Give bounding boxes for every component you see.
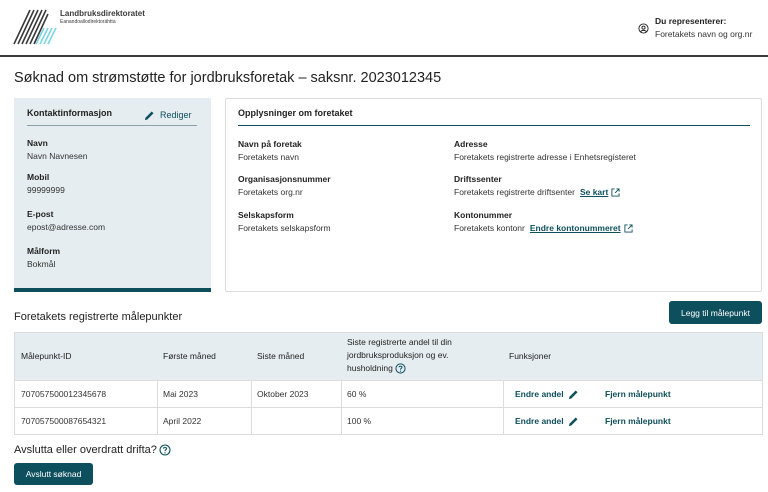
company-name-label: Navn på foretak — [238, 139, 302, 149]
col-meter-id: Målepunkt-ID — [21, 351, 72, 361]
name-value: Navn Navnesen — [27, 151, 88, 161]
mobile-label: Mobil — [27, 172, 50, 182]
contact-heading: Kontaktinformasjon — [27, 108, 113, 118]
operations-center-row: Foretakets registrerte driftsenter Se kar… — [454, 187, 620, 197]
contact-panel: Kontaktinformasjon Rediger Navn Navn Nav… — [14, 98, 211, 292]
edit-share-button[interactable]: Endre andel — [515, 381, 564, 408]
company-form-label: Selskapsform — [238, 210, 294, 220]
divider — [27, 125, 197, 126]
table-row: 707057500087654321 April 2022 100 % Endr… — [15, 407, 762, 435]
cell-divider — [503, 408, 504, 435]
help-icon[interactable] — [159, 444, 171, 456]
cell-divider — [251, 381, 252, 408]
col-first-month: Første måned — [163, 351, 216, 361]
last-month: Oktober 2023 — [257, 389, 309, 399]
table-header: Målepunkt-ID Første måned Siste måned Si… — [15, 333, 762, 380]
col-share-line2: jordbruksproduksjon og ev. — [347, 350, 449, 360]
change-account-link[interactable]: Endre kontonummeret — [530, 223, 621, 233]
share-value: 60 % — [347, 389, 367, 399]
org-number-label: Organisasjonsnummer — [238, 174, 331, 184]
external-link-icon — [611, 188, 620, 197]
cell-divider — [157, 408, 158, 435]
pencil-icon[interactable] — [568, 416, 579, 427]
first-month: Mai 2023 — [163, 389, 198, 399]
operations-center-value: Foretakets registrerte driftsenter — [454, 187, 575, 197]
first-month: April 2022 — [163, 416, 202, 426]
address-value: Foretakets registrerte adresse i Enhetsr… — [454, 152, 636, 162]
account-number-row: Foretakets kontonr Endre kontonummeret — [454, 223, 633, 233]
remove-meter-button[interactable]: Fjern målepunkt — [605, 381, 671, 408]
edit-contact-button[interactable]: Rediger — [144, 108, 192, 122]
represent-value: Foretakets navn og org.nr — [655, 29, 753, 39]
meters-table: Målepunkt-ID Første måned Siste måned Si… — [14, 332, 763, 435]
cell-divider — [341, 381, 342, 408]
account-number-value: Foretakets kontonr — [454, 223, 525, 233]
page-title: Søknad om strømstøtte for jordbruksforet… — [14, 70, 442, 86]
email-label: E-post — [27, 209, 54, 219]
finish-question: Avslutta eller overdratt drifta? — [14, 444, 171, 456]
edit-share-button[interactable]: Endre andel — [515, 408, 564, 435]
email-value: epost@adresse.com — [27, 222, 106, 232]
pencil-icon — [144, 110, 154, 120]
company-form-value: Foretakets selskapsform — [238, 223, 331, 233]
col-share-line1: Siste registrerte andel til din — [347, 337, 452, 347]
table-row: 707057500012345678 Mai 2023 Oktober 2023… — [15, 380, 762, 408]
mobile-value: 99999999 — [27, 185, 65, 195]
col-functions: Funksjoner — [509, 351, 552, 361]
add-meter-button[interactable]: Legg til målepunkt — [669, 301, 762, 324]
account-number-label: Kontonummer — [454, 210, 513, 220]
external-link-icon — [624, 224, 633, 233]
name-label: Navn — [27, 138, 48, 148]
site-header: Landbruksdirektoratet Eanandoallodirekto… — [0, 0, 768, 57]
col-last-month: Siste måned — [257, 351, 305, 361]
edit-contact-label: Rediger — [160, 110, 192, 120]
col-share-line3: husholdning — [347, 363, 393, 373]
language-label: Målform — [27, 246, 61, 256]
logo-title: Landbruksdirektoratet — [60, 9, 145, 18]
org-number-value: Foretakets org.nr — [238, 187, 303, 197]
operations-center-label: Driftssenter — [454, 174, 502, 184]
meters-section-title: Foretakets registrerte målepunkter — [14, 311, 183, 323]
represent-label: Du representerer: — [655, 16, 727, 26]
finish-application-button[interactable]: Avslutt søknad — [14, 463, 93, 485]
share-value: 100 % — [347, 416, 372, 426]
col-share-line3-row: husholdning — [347, 362, 452, 375]
cell-divider — [157, 381, 158, 408]
company-info-heading: Opplysninger om foretaket — [238, 108, 353, 118]
pencil-icon[interactable] — [568, 389, 579, 400]
see-map-link[interactable]: Se kart — [580, 187, 608, 197]
logo-subtitle: Eanandoallodirektoráhtta — [60, 19, 116, 25]
meter-id: 707057500012345678 — [21, 389, 107, 399]
company-info-panel: Opplysninger om foretaket Navn på foreta… — [225, 98, 762, 292]
cell-divider — [341, 408, 342, 435]
language-value: Bokmål — [27, 259, 56, 269]
user-circle-icon — [638, 23, 649, 34]
finish-question-text: Avslutta eller overdratt drifta? — [14, 444, 157, 456]
divider — [238, 125, 750, 126]
col-share: Siste registrerte andel til din jordbruk… — [347, 336, 452, 375]
cell-divider — [503, 381, 504, 408]
help-icon[interactable] — [395, 363, 406, 374]
company-name-value: Foretakets navn — [238, 152, 299, 162]
logo-mark-icon — [13, 9, 57, 45]
address-label: Adresse — [454, 139, 488, 149]
cell-divider — [251, 408, 252, 435]
logo[interactable]: Landbruksdirektoratet Eanandoallodirekto… — [12, 8, 162, 48]
meter-id: 707057500087654321 — [21, 416, 107, 426]
remove-meter-button[interactable]: Fjern målepunkt — [605, 408, 671, 435]
